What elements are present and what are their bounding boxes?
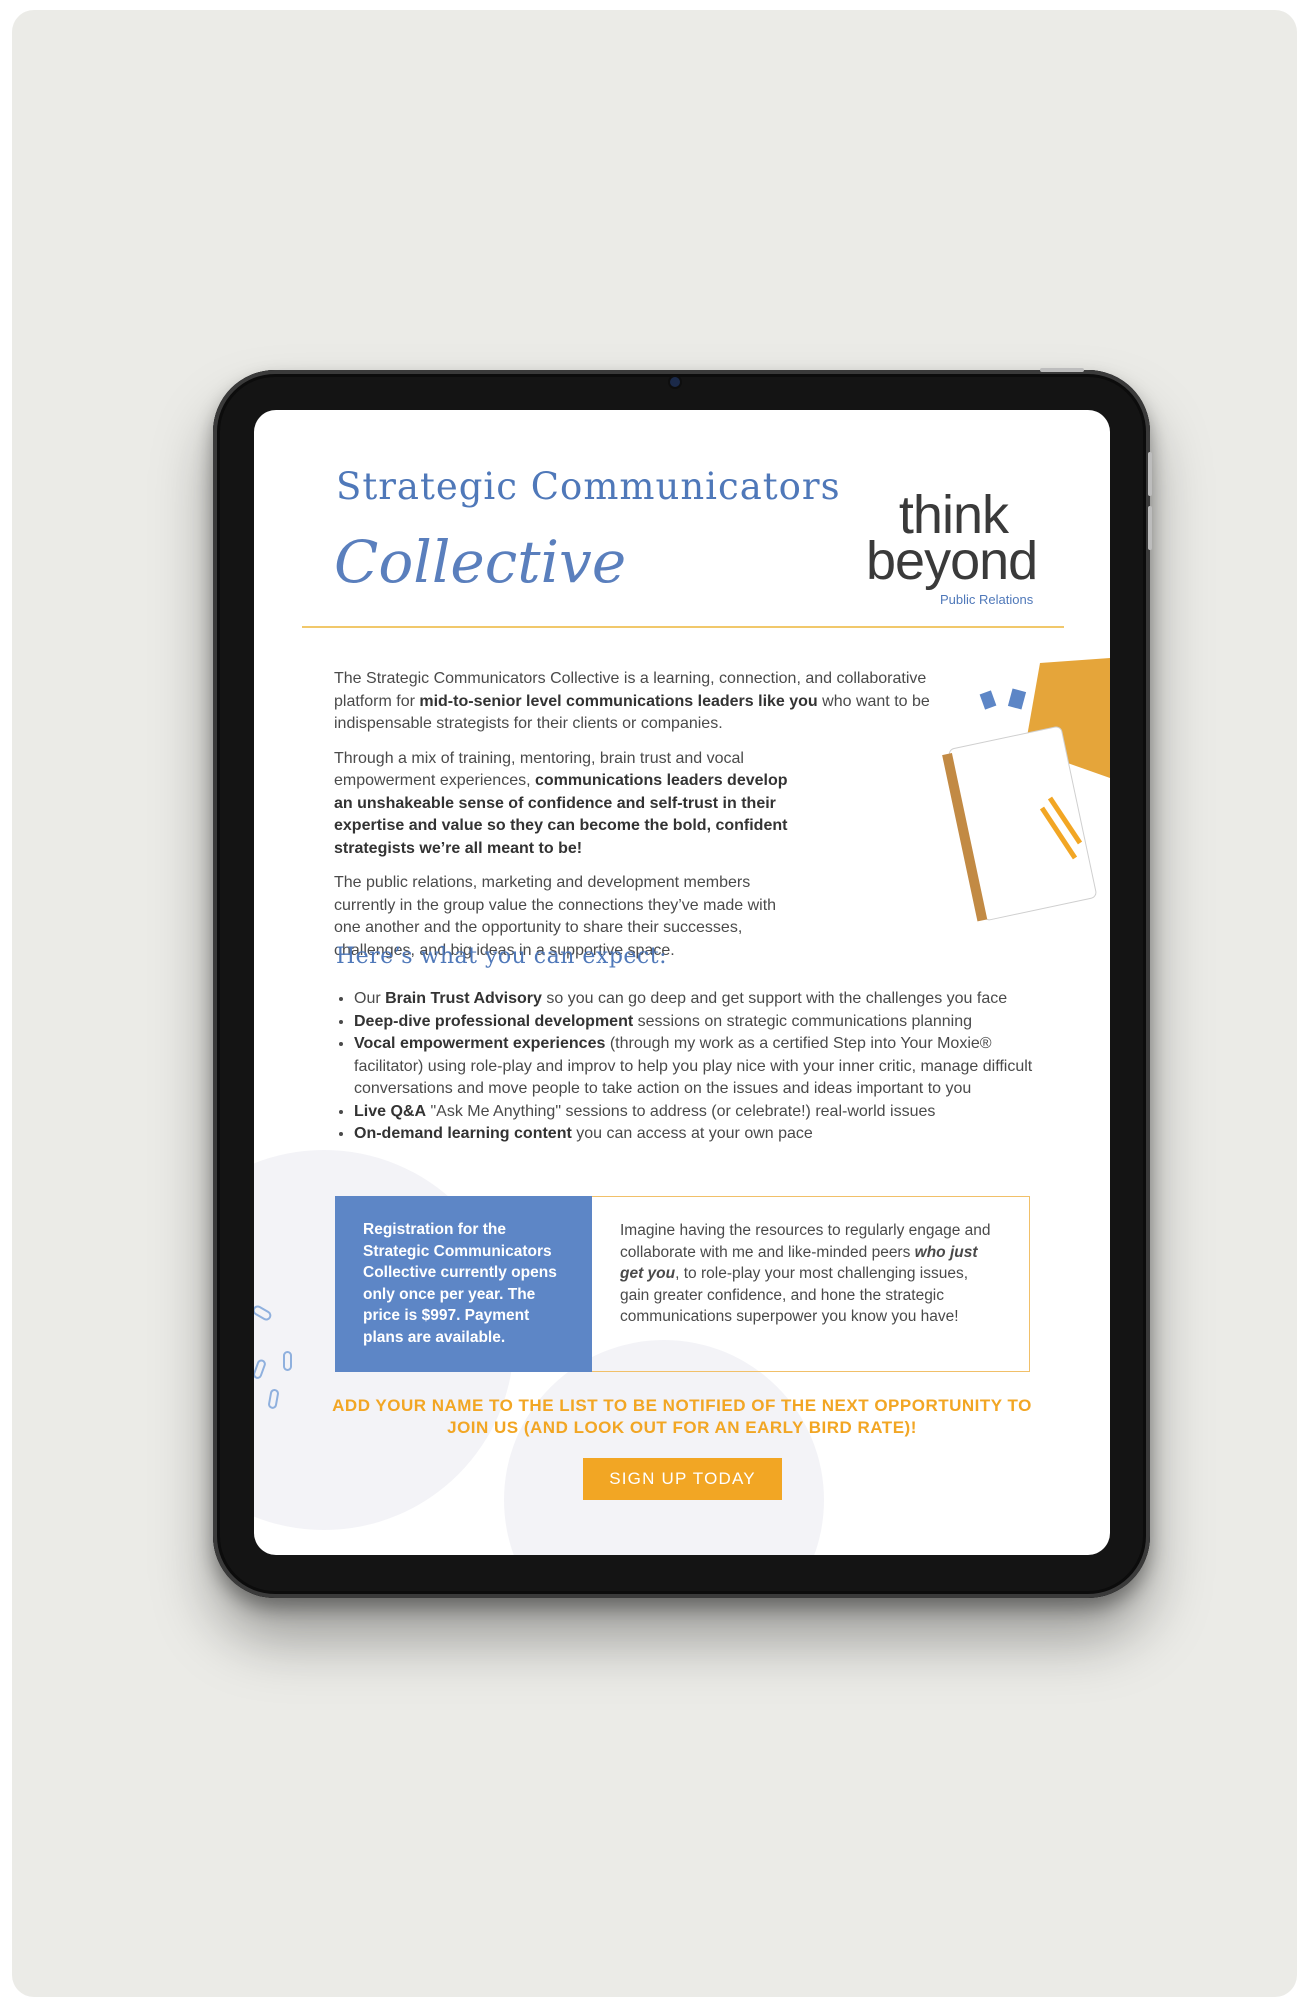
think-beyond-logo: think beyond Public Relations [866,488,1038,608]
text-run: "Ask Me Anything" sessions to address (o… [426,1102,936,1120]
text-run-bold: Brain Trust Advisory [385,990,542,1007]
expect-heading: Here’s what you can expect: [336,944,668,969]
divider [302,626,1064,628]
volume-button [1148,506,1152,550]
text-run-bold: On-demand learning content [354,1125,572,1142]
list-item: Our Brain Trust Advisory so you can go d… [354,988,1059,1011]
document-title-script: Collective [334,528,627,596]
intro-paragraph: The Strategic Communicators Collective i… [334,668,984,736]
power-button [1040,368,1084,372]
tablet-screen: Strategic Communicators Collective think… [254,410,1110,1555]
intro-paragraph: Through a mix of training, mentoring, br… [334,748,794,861]
list-item: Vocal empowerment experiences (through m… [354,1033,1059,1101]
registration-box: Registration for the Strategic Communica… [335,1196,592,1372]
sign-up-button[interactable]: SIGN UP TODAY [583,1458,782,1500]
list-item: Deep-dive professional development sessi… [354,1011,1059,1034]
volume-button [1148,452,1152,496]
text-run: you can access at your own pace [571,1125,813,1142]
text-run-bold: mid-to-senior level communications leade… [419,692,818,710]
cta-text: ADD YOUR NAME TO THE LIST TO BE NOTIFIED… [332,1396,1032,1437]
text-run: so you can go deep and get support with … [541,990,1008,1007]
background-shape [504,1340,824,1555]
text-run: sessions on strategic communications pla… [633,1012,973,1030]
intro-text: The Strategic Communicators Collective i… [334,668,984,974]
list-item: Live Q&A "Ask Me Anything" sessions to a… [354,1101,1059,1124]
text-run-bold: Deep-dive professional development [354,1012,634,1030]
benefit-list: Our Brain Trust Advisory so you can go d… [334,988,1059,1146]
camera-icon [670,377,680,387]
text-run: Our [354,990,386,1007]
list-item: On-demand learning content you can acces… [354,1123,1059,1146]
imagine-box: Imagine having the resources to regularl… [592,1196,1030,1372]
text-run-bold: Vocal empowerment experiences [354,1035,606,1052]
text-run-bold: Live Q&A [354,1102,427,1120]
logo-line-2: beyond [866,531,1038,591]
document-title: Strategic Communicators [336,465,841,508]
logo-tagline: Public Relations [940,592,1034,607]
paperclips-illustration [254,1305,292,1409]
